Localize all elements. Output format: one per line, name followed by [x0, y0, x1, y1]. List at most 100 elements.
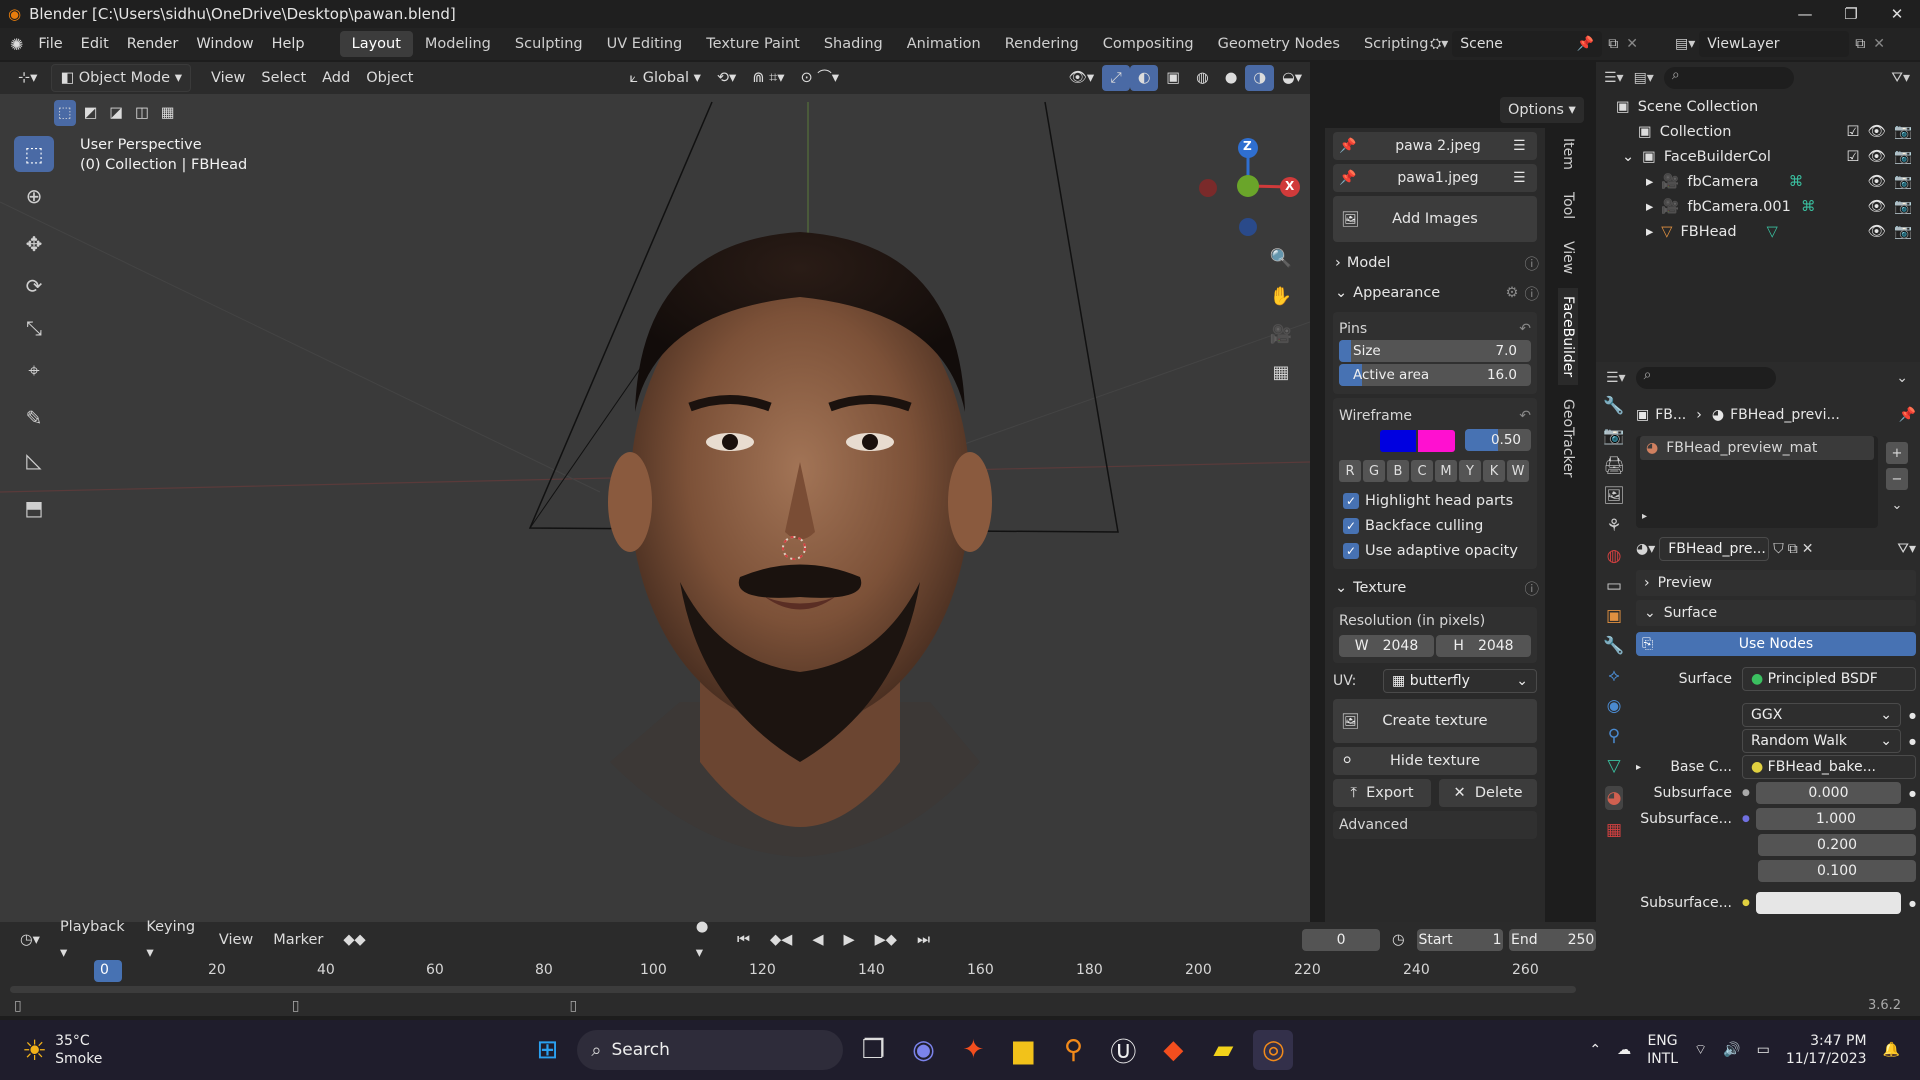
select-box-icon[interactable]: ⬚	[14, 136, 54, 172]
xray-icon[interactable]: ▣	[1158, 65, 1188, 91]
record-icon[interactable]: ● ▾	[688, 914, 725, 966]
create-texture-button[interactable]: 🖼 Create texture	[1333, 699, 1537, 743]
shading-solid-icon[interactable]: ●	[1217, 65, 1246, 91]
active-area-slider[interactable]: Active area 16.0	[1339, 364, 1531, 386]
help-icon[interactable]: ⓘ	[1525, 578, 1540, 599]
particles-tab-icon[interactable]: ⟡	[1608, 666, 1619, 686]
adaptive-checkbox[interactable]: ✓ Use adaptive opacity	[1339, 538, 1531, 563]
eye-icon[interactable]: 👁	[1868, 148, 1886, 165]
next-keyframe-icon[interactable]: ▶◆	[867, 927, 905, 953]
start-frame-field[interactable]: Start 1	[1416, 929, 1504, 951]
delete-button[interactable]: ✕ Delete	[1439, 779, 1537, 807]
expand-triangle-icon[interactable]: ▸	[1636, 762, 1656, 773]
blender-app-icon[interactable]: ◎	[1253, 1030, 1294, 1070]
object-tab-icon[interactable]: ▣	[1606, 606, 1622, 626]
material-slots-list[interactable]: ◕ FBHead_preview_mat ▸	[1636, 436, 1878, 528]
add-cube-icon[interactable]: ⬒	[14, 490, 54, 526]
rotate-icon[interactable]: ⟳	[14, 268, 54, 304]
eye-icon[interactable]: 👁	[1868, 223, 1886, 240]
tab-animation[interactable]: Animation	[895, 31, 993, 57]
jump-start-icon[interactable]: ⏮	[729, 927, 758, 953]
eye-icon[interactable]: 👁	[1868, 123, 1886, 140]
frame-ruler[interactable]: 0 20 40 60 80 100 120 140 160 180 200 22…	[0, 960, 1580, 984]
outliner-row-collection[interactable]: ▣ Collection ☑ 👁 📷	[1596, 119, 1920, 144]
menu-window[interactable]: Window	[187, 28, 262, 60]
surface-section[interactable]: ⌄ Surface	[1636, 600, 1916, 626]
add-images-button[interactable]: 🖼 Add Images	[1333, 196, 1537, 242]
delete-viewlayer-icon[interactable]: ✕	[1873, 36, 1885, 52]
appearance-section[interactable]: ⌄ Appearance ⚙ ⓘ	[1325, 278, 1545, 308]
menu-select[interactable]: Select	[253, 65, 314, 91]
tab-sculpting[interactable]: Sculpting	[503, 31, 595, 57]
pivot-icon[interactable]: ⟲▾	[709, 65, 744, 91]
timeline-scrollbar[interactable]	[10, 986, 1576, 993]
weather-widget[interactable]: ☀ 35°C Smoke	[22, 1032, 102, 1068]
menu-lines-icon[interactable]: ☰	[1513, 170, 1537, 186]
subsurface-field[interactable]: 0.000	[1755, 782, 1902, 804]
unlink-icon[interactable]: ✕	[1802, 541, 1814, 557]
material-slot[interactable]: ◕ FBHead_preview_mat	[1640, 436, 1874, 460]
outliner-row-scene-collection[interactable]: ▣ Scene Collection	[1596, 94, 1920, 119]
display-mode-icon[interactable]: ▤▾	[1634, 70, 1654, 86]
outliner-row-fbcamera-001[interactable]: ▸ 🎥 fbCamera.001 ⌘ 👁 📷	[1596, 194, 1920, 219]
subsurface-color-swatch[interactable]	[1755, 892, 1902, 914]
tab-compositing[interactable]: Compositing	[1091, 31, 1206, 57]
color-y-button[interactable]: Y	[1459, 460, 1481, 482]
tab-layout[interactable]: Layout	[339, 31, 413, 57]
menu-object[interactable]: Object	[358, 65, 421, 91]
material-name-field[interactable]: FBHead_pre...	[1659, 537, 1770, 561]
shading-wireframe-icon[interactable]: ◍	[1188, 65, 1217, 91]
snap-icon[interactable]: ⋒ ⌗▾	[744, 65, 792, 91]
file-explorer-icon[interactable]: ▆	[1003, 1030, 1043, 1070]
tool-tab-icon[interactable]: 🔧	[1603, 396, 1624, 416]
advanced-section[interactable]: Advanced	[1333, 811, 1537, 839]
maximize-button[interactable]: ❐	[1828, 5, 1874, 23]
use-nodes-button[interactable]: ⎘ Use Nodes	[1636, 632, 1916, 656]
preview-section[interactable]: › Preview	[1636, 570, 1916, 596]
measure-icon[interactable]: ◺	[14, 442, 54, 478]
object-mode-dropdown[interactable]: ◧ Object Mode ▾	[51, 64, 191, 92]
timeline-editor-icon[interactable]: ◷▾	[12, 927, 48, 953]
help-icon[interactable]: ⓘ	[1525, 253, 1540, 274]
menu-help[interactable]: Help	[263, 28, 314, 60]
select-extend-icon[interactable]: ◩	[80, 100, 102, 126]
menu-render[interactable]: Render	[118, 28, 188, 60]
color-b-button[interactable]: B	[1387, 460, 1409, 482]
width-field[interactable]: W 2048	[1339, 635, 1434, 657]
zoom-icon[interactable]: 🔍	[1265, 242, 1297, 274]
checkbox-icon[interactable]: ☑	[1847, 124, 1860, 140]
transform-orientation-dropdown[interactable]: ⟀ Global ▾	[621, 65, 708, 91]
ortho-grid-icon[interactable]: ▦	[1265, 356, 1297, 388]
annotate-icon[interactable]: ✎	[14, 400, 54, 436]
visibility-icon[interactable]: 👁▾	[1060, 65, 1102, 91]
menu-add[interactable]: Add	[314, 65, 358, 91]
current-frame-field[interactable]: 0	[1302, 929, 1381, 951]
unreal-engine-icon[interactable]: Ⓤ	[1103, 1030, 1143, 1070]
tab-uv-editing[interactable]: UV Editing	[595, 31, 695, 57]
teams-icon[interactable]: ◉	[903, 1030, 943, 1070]
collection-tab-icon[interactable]: ▭	[1606, 576, 1622, 596]
tab-view[interactable]: View	[1558, 233, 1578, 282]
tab-geometry-nodes[interactable]: Geometry Nodes	[1206, 31, 1352, 57]
editor-type-icon[interactable]: ⊹▾	[10, 65, 45, 91]
view-layer-tab-icon[interactable]: 🖼	[1603, 486, 1625, 506]
wire-color-blue[interactable]	[1379, 430, 1417, 452]
tab-facebuilder[interactable]: FaceBuilder	[1558, 288, 1578, 386]
modifier-tab-icon[interactable]: 🔧	[1603, 636, 1624, 656]
uv-dropdown[interactable]: ▦ butterfly ⌄	[1383, 669, 1537, 693]
navigation-gizmo[interactable]	[1190, 130, 1320, 250]
pin-icon[interactable]: 📌	[1333, 170, 1363, 186]
chevron-down-icon[interactable]: ⌄	[1896, 370, 1908, 386]
add-slot-icon[interactable]: +	[1886, 442, 1908, 464]
tab-tool[interactable]: Tool	[1558, 184, 1578, 227]
select-subtract-icon[interactable]: ◪	[105, 100, 127, 126]
image-row-1[interactable]: 📌 pawa 2.jpeg ☰	[1333, 132, 1537, 160]
render-camera-icon[interactable]: 📷	[1894, 198, 1912, 215]
sticky-notes-icon[interactable]: ▰	[1203, 1030, 1243, 1070]
data-tab-icon[interactable]: ▽	[1607, 756, 1620, 776]
eye-icon[interactable]: 👁	[1868, 198, 1886, 215]
render-camera-icon[interactable]: 📷	[1894, 173, 1912, 190]
properties-editor-icon[interactable]: ☰▾	[1606, 370, 1626, 386]
output-tab-icon[interactable]: 🖨	[1603, 456, 1625, 476]
properties-search-input[interactable]: ⌕	[1635, 367, 1776, 389]
